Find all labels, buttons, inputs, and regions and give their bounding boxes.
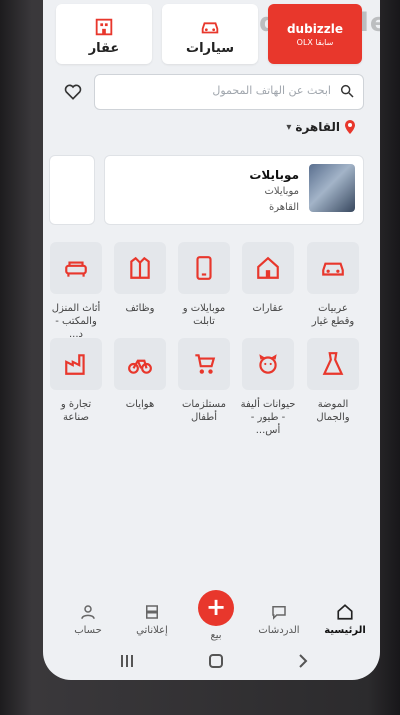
nav-account[interactable]: حساب bbox=[58, 603, 118, 636]
mobile-icon bbox=[196, 256, 212, 280]
brand-subtitle: OLX سابقا bbox=[296, 38, 334, 47]
shirt-icon bbox=[130, 256, 150, 279]
recent-location: القاهرة bbox=[269, 202, 299, 213]
location-pin-icon bbox=[345, 120, 355, 134]
category-label: موبايلات و تابلت bbox=[182, 303, 226, 327]
category-label: الموضة والجمال bbox=[316, 399, 350, 423]
chevron-down-icon: ▾ bbox=[286, 121, 292, 133]
user-icon bbox=[81, 605, 95, 619]
nav-chats-label: الدردشات bbox=[258, 625, 300, 636]
category-label: أثاث المنزل والمكتب - د... bbox=[51, 303, 101, 340]
location-selector[interactable]: القاهرة ▾ bbox=[286, 120, 356, 134]
category-business[interactable]: تجارة و صناعة bbox=[48, 338, 104, 424]
nav-my-ads[interactable]: إعلاناتي bbox=[122, 603, 182, 636]
nav-my-ads-label: إعلاناتي bbox=[136, 625, 168, 636]
category-label: مستلزمات أطفال bbox=[182, 399, 226, 423]
category-fashion[interactable]: الموضة والجمال bbox=[305, 338, 361, 424]
cars-label: سيارات bbox=[186, 41, 234, 56]
stroller-icon bbox=[195, 354, 216, 374]
app-screen: dubizzle عقار سيارات dubizzle OLX سابقا … bbox=[43, 0, 380, 680]
search-placeholder: ابحث عن الهاتف المحمول bbox=[212, 84, 331, 97]
category-label: عقارات bbox=[252, 303, 284, 314]
category-mobiles[interactable]: موبايلات و تابلت bbox=[176, 242, 232, 328]
recent-apps-icon[interactable] bbox=[117, 652, 137, 670]
category-label: هوايات bbox=[125, 399, 155, 410]
bicycle-icon bbox=[128, 359, 152, 374]
recent-thumbnail bbox=[309, 164, 355, 212]
recent-card-previous[interactable] bbox=[49, 155, 95, 225]
category-hobbies[interactable]: هوايات bbox=[112, 338, 168, 411]
back-icon[interactable] bbox=[293, 652, 313, 670]
category-jobs[interactable]: وظائف bbox=[112, 242, 168, 315]
category-label: تجارة و صناعة bbox=[60, 399, 92, 423]
dress-icon bbox=[322, 352, 344, 375]
recent-subtitle: موبايلات bbox=[264, 186, 299, 197]
search-icon bbox=[340, 84, 354, 98]
category-label: عربيات وقطع غيار bbox=[311, 303, 355, 327]
home-icon bbox=[337, 604, 353, 620]
category-kids[interactable]: مستلزمات أطفال bbox=[176, 338, 232, 424]
car-icon bbox=[322, 262, 344, 276]
sell-button[interactable]: + bbox=[198, 590, 234, 626]
category-vehicles[interactable]: عربيات وقطع غيار bbox=[305, 242, 361, 328]
brand-card[interactable]: dubizzle OLX سابقا bbox=[268, 4, 362, 64]
nav-sell-label: بيع bbox=[210, 630, 222, 641]
pet-icon bbox=[259, 354, 277, 374]
category-properties[interactable]: عقارات bbox=[240, 242, 296, 315]
house-icon bbox=[257, 256, 279, 279]
category-label: حيوانات أليفة - طيور - أس... bbox=[240, 399, 296, 436]
nav-home-label: الرئيسية bbox=[324, 625, 366, 636]
recent-search-card[interactable]: موبايلات موبايلات القاهرة bbox=[104, 155, 364, 225]
recent-title: موبايلات bbox=[249, 168, 299, 182]
search-bar[interactable]: ابحث عن الهاتف المحمول bbox=[94, 74, 364, 110]
car-icon bbox=[201, 22, 219, 34]
home-system-icon[interactable] bbox=[206, 652, 226, 670]
plus-icon: + bbox=[205, 593, 227, 621]
category-pets[interactable]: حيوانات أليفة - طيور - أس... bbox=[240, 338, 296, 437]
cars-card[interactable]: سيارات bbox=[162, 4, 258, 64]
factory-icon bbox=[65, 354, 85, 375]
category-label: وظائف bbox=[125, 303, 155, 314]
nav-account-label: حساب bbox=[74, 625, 102, 636]
real-estate-label: عقار bbox=[88, 41, 120, 56]
chat-icon bbox=[272, 606, 286, 620]
building-icon bbox=[95, 18, 113, 36]
real-estate-card[interactable]: عقار bbox=[56, 4, 152, 64]
nav-home[interactable]: الرئيسية bbox=[315, 603, 375, 636]
heart-icon[interactable] bbox=[63, 82, 83, 102]
location-city: القاهرة bbox=[295, 120, 340, 134]
nav-sell-label-wrap[interactable]: بيع bbox=[186, 626, 246, 641]
brand-name: dubizzle bbox=[286, 22, 344, 36]
sofa-icon bbox=[65, 261, 87, 277]
ads-list-icon bbox=[146, 605, 158, 619]
category-furniture[interactable]: أثاث المنزل والمكتب - د... bbox=[48, 242, 104, 341]
nav-chats[interactable]: الدردشات bbox=[249, 603, 309, 636]
